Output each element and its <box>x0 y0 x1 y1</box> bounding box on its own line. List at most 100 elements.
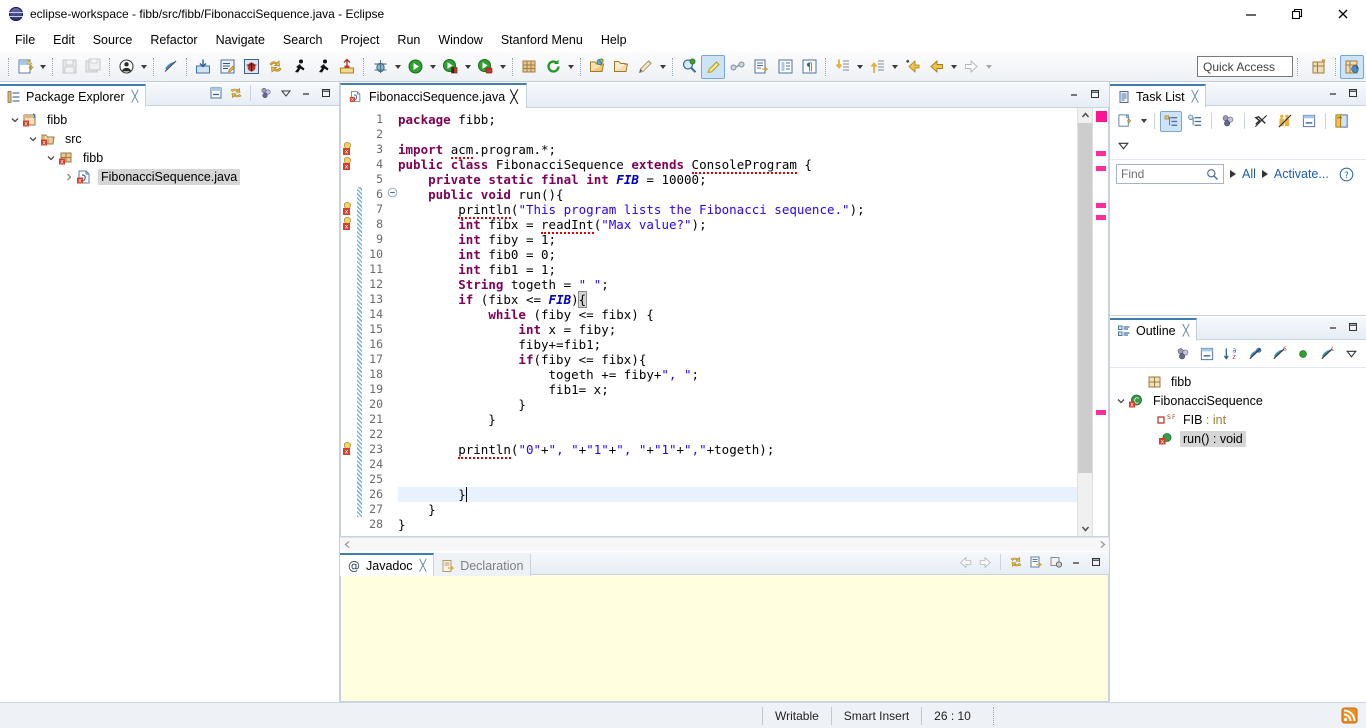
minimize-icon[interactable] <box>1067 554 1084 571</box>
code-line[interactable]: fiby+=fib1; <box>398 337 1077 352</box>
filter-all-link[interactable]: All <box>1242 167 1256 181</box>
code-line[interactable]: if (fibx <= FIB){ <box>398 292 1077 307</box>
overview-ruler[interactable] <box>1092 108 1108 536</box>
import-icon[interactable] <box>191 55 215 79</box>
scroll-down-icon[interactable] <box>1078 521 1093 536</box>
run-man-icon[interactable] <box>311 55 335 79</box>
person-dropdown-icon[interactable] <box>138 55 149 79</box>
link-with-selection-icon[interactable] <box>1007 554 1024 571</box>
code-line[interactable]: } <box>398 502 1077 517</box>
code-line[interactable] <box>398 427 1077 442</box>
sort-az-icon[interactable]: a z <box>1220 343 1242 364</box>
debug-bug-icon[interactable] <box>368 55 392 79</box>
forward-dropdown-icon[interactable] <box>983 55 994 79</box>
close-button[interactable] <box>1320 0 1366 27</box>
code-line[interactable] <box>398 472 1077 487</box>
activate-expand-icon[interactable] <box>1262 170 1268 178</box>
maximize-icon[interactable] <box>1344 319 1361 336</box>
maximize-icon[interactable] <box>317 85 334 102</box>
forward-icon[interactable] <box>959 55 983 79</box>
forward-icon[interactable] <box>977 554 994 571</box>
menu-project[interactable]: Project <box>332 30 389 50</box>
close-icon[interactable]: ╳ <box>510 89 518 104</box>
collapse-all-icon[interactable] <box>1196 343 1218 364</box>
open-declaration-icon[interactable] <box>749 55 773 79</box>
error-marker-icon[interactable]: x <box>342 441 356 455</box>
close-icon[interactable]: ╳ <box>1183 324 1190 337</box>
chevron-down-icon[interactable] <box>1114 391 1128 410</box>
overview-error-marker[interactable] <box>1096 203 1106 208</box>
menu-stanford-menu[interactable]: Stanford Menu <box>492 30 592 50</box>
export-icon[interactable] <box>335 55 359 79</box>
run-coverage-icon[interactable] <box>473 55 497 79</box>
menu-window[interactable]: Window <box>429 30 491 50</box>
filter-complete-icon[interactable] <box>1250 111 1272 132</box>
collapse-all-icon[interactable] <box>207 85 224 102</box>
categorized-mode-icon[interactable] <box>1160 111 1182 132</box>
outline-item-class-fibonaccisequence[interactable]: C x FibonacciSequence <box>1110 391 1366 410</box>
code-line[interactable]: package fibb; <box>398 112 1077 127</box>
chevron-down-icon[interactable] <box>26 129 40 148</box>
outline-item-package-fibb[interactable]: fibb <box>1110 372 1366 391</box>
tab-javadoc[interactable]: @ Javadoc ╳ <box>340 553 434 576</box>
marker-gutter[interactable]: x x <box>341 108 357 536</box>
minimize-icon[interactable] <box>297 85 314 102</box>
tab-outline[interactable]: Outline ╳ <box>1110 318 1197 341</box>
scroll-left-icon[interactable] <box>340 540 354 549</box>
new-wizard-icon[interactable] <box>13 55 37 79</box>
code-line[interactable]: private static final int FIB = 10000; <box>398 172 1077 187</box>
highlighter-icon[interactable] <box>701 55 725 79</box>
overview-error-marker[interactable] <box>1096 151 1106 156</box>
code-line[interactable] <box>398 127 1077 142</box>
tree-item-package-fibb[interactable]: x fibb <box>0 148 339 167</box>
synchronize-people-icon[interactable] <box>1274 111 1296 132</box>
next-annotation-dropdown-icon[interactable] <box>854 55 865 79</box>
pencil-icon[interactable] <box>633 55 657 79</box>
green-refresh-icon[interactable] <box>541 55 565 79</box>
error-marker-icon[interactable]: x <box>342 216 356 230</box>
run-dropdown-icon[interactable] <box>427 55 438 79</box>
external-tools-dropdown-icon[interactable] <box>462 55 473 79</box>
back-icon[interactable] <box>924 55 948 79</box>
tab-package-explorer[interactable]: Package Explorer ╳ <box>0 84 146 107</box>
tree-item-fibonaccisequence-java[interactable]: x FibonacciSequence.java <box>0 167 339 186</box>
menu-search[interactable]: Search <box>274 30 332 50</box>
new-task-dropdown-icon[interactable] <box>1138 109 1149 133</box>
code-line[interactable]: while (fiby <= fibx) { <box>398 307 1077 322</box>
menu-navigate[interactable]: Navigate <box>207 30 274 50</box>
close-icon[interactable]: ╳ <box>1192 90 1199 103</box>
code-line[interactable]: int fiby = 1; <box>398 232 1077 247</box>
prev-annotation-dropdown-icon[interactable] <box>889 55 900 79</box>
show-whitespace-icon[interactable]: ¶ <box>797 55 821 79</box>
chevron-down-icon[interactable] <box>44 148 58 167</box>
code-line[interactable]: int fibx = readInt("Max value?"); <box>398 217 1077 232</box>
activate-link[interactable]: Activate... <box>1274 167 1329 181</box>
minimize-icon[interactable] <box>1324 319 1341 336</box>
code-line[interactable]: if(fiby <= fibx){ <box>398 352 1077 367</box>
no-link-icon[interactable] <box>158 55 182 79</box>
overview-error-marker[interactable] <box>1096 215 1106 220</box>
run-green-icon[interactable] <box>403 55 427 79</box>
code-line[interactable]: } <box>398 412 1077 427</box>
save-icon[interactable] <box>57 55 81 79</box>
new-task-icon[interactable] <box>1114 111 1136 132</box>
menu-file[interactable]: File <box>6 30 44 50</box>
code-line[interactable]: import acm.program.*; <box>398 142 1077 157</box>
code-line[interactable]: public void run(){ <box>398 187 1077 202</box>
javadoc-content[interactable] <box>340 575 1109 702</box>
folding-ruler[interactable] <box>386 108 398 536</box>
collapse-all-icon[interactable] <box>1298 111 1320 132</box>
save-all-icon[interactable] <box>81 55 105 79</box>
rss-feed-icon[interactable] <box>1341 707 1366 724</box>
menu-edit[interactable]: Edit <box>44 30 84 50</box>
editor-horizontal-scrollbar[interactable] <box>340 537 1109 551</box>
overview-error-marker[interactable] <box>1096 410 1106 415</box>
code-line[interactable]: } <box>398 517 1077 532</box>
view-menu-icon[interactable] <box>277 85 294 102</box>
chevron-down-icon[interactable] <box>8 110 22 129</box>
close-icon[interactable]: ╳ <box>420 559 427 572</box>
block-selection-icon[interactable] <box>773 55 797 79</box>
link-blocks-icon[interactable] <box>725 55 749 79</box>
scroll-up-icon[interactable] <box>1078 108 1093 123</box>
back-icon[interactable] <box>957 554 974 571</box>
